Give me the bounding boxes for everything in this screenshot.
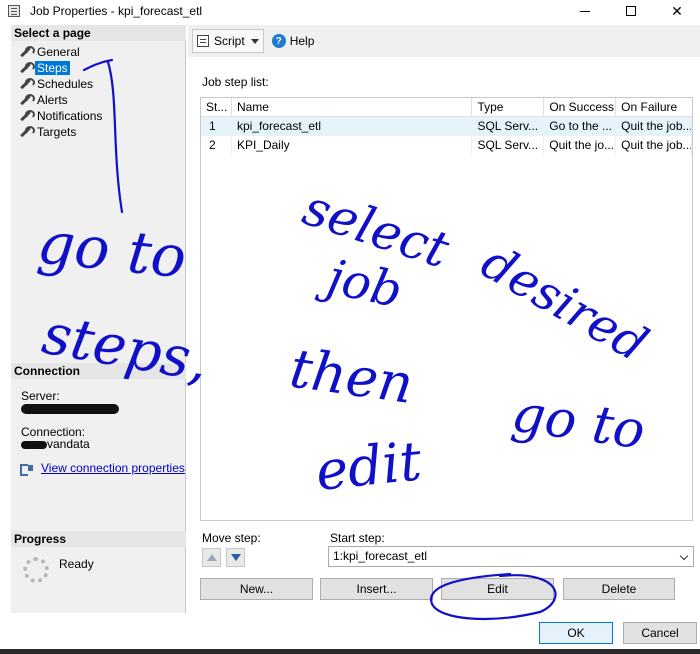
arrow-up-icon [206, 554, 217, 561]
cell-on-failure: Quit the job... [616, 117, 692, 136]
cell-type: SQL Serv... [472, 136, 545, 155]
view-connection-properties-link[interactable]: View connection properties [41, 461, 185, 475]
cell-step: 2 [201, 136, 232, 155]
cell-name: kpi_forecast_etl [232, 117, 473, 136]
page-item-general[interactable]: General [19, 44, 104, 60]
maximize-button[interactable] [608, 0, 654, 22]
progress-status: Ready [59, 557, 94, 571]
page-item-label: Alerts [37, 93, 68, 107]
wrench-icon [19, 110, 35, 122]
maximize-icon [626, 6, 636, 16]
move-step-down-button[interactable] [226, 548, 245, 567]
help-button[interactable]: ? Help [268, 29, 319, 53]
close-button[interactable]: ✕ [654, 0, 700, 22]
page-list: General Steps Schedules Alerts Notificat… [19, 44, 104, 140]
column-header-type[interactable]: Type [472, 98, 545, 116]
start-step-label: Start step: [330, 531, 385, 545]
close-icon: ✕ [671, 2, 683, 19]
connection-value: vandata [21, 437, 90, 451]
minimize-button[interactable] [562, 0, 608, 22]
minimize-icon [580, 10, 590, 12]
table-row[interactable]: 2 KPI_Daily SQL Serv... Quit the jo... Q… [201, 136, 692, 155]
page-item-steps[interactable]: Steps [19, 60, 104, 76]
page-item-notifications[interactable]: Notifications [19, 108, 104, 124]
page-item-label: Steps [35, 61, 70, 75]
column-header-on-success[interactable]: On Success [544, 98, 617, 116]
taskbar-strip [0, 649, 700, 654]
window-title: Job Properties - kpi_forecast_etl [30, 4, 203, 18]
page-item-label: Targets [37, 125, 77, 139]
ok-button[interactable]: OK [539, 622, 613, 644]
delete-step-button[interactable]: Delete [563, 578, 675, 600]
help-icon: ? [271, 34, 286, 48]
wrench-icon [19, 78, 35, 90]
wrench-icon [19, 62, 35, 74]
column-header-on-failure[interactable]: On Failure [616, 98, 692, 116]
wrench-icon [19, 126, 35, 138]
select-page-header: Select a page [11, 25, 186, 41]
cell-on-success: Go to the ... [544, 117, 617, 136]
cancel-button[interactable]: Cancel [623, 622, 697, 644]
redacted-server [21, 403, 119, 414]
job-step-grid[interactable]: St... Name Type On Success On Failure 1 … [200, 97, 693, 521]
dropdown-arrow-icon[interactable] [250, 38, 259, 44]
page-item-alerts[interactable]: Alerts [19, 92, 104, 108]
connection-header: Connection [11, 363, 186, 379]
script-button[interactable]: Script [192, 29, 264, 53]
column-header-step[interactable]: St... [201, 98, 232, 116]
arrow-down-icon [230, 554, 241, 561]
page-item-schedules[interactable]: Schedules [19, 76, 104, 92]
page-item-label: Notifications [37, 109, 103, 123]
cell-step: 1 [201, 117, 232, 136]
connection-value-text: vandata [47, 437, 90, 451]
insert-step-button[interactable]: Insert... [320, 578, 433, 600]
title-bar: Job Properties - kpi_forecast_etl ✕ [0, 0, 700, 22]
table-row[interactable]: 1 kpi_forecast_etl SQL Serv... Go to the… [201, 117, 692, 136]
page-item-targets[interactable]: Targets [19, 124, 104, 140]
view-connection-row[interactable]: View connection properties [19, 461, 185, 476]
column-header-name[interactable]: Name [232, 98, 473, 116]
move-step-up-button[interactable] [202, 548, 221, 567]
redacted-connection [21, 440, 47, 449]
start-step-select[interactable]: 1:kpi_forecast_etl [328, 546, 694, 567]
left-panel: Select a page General Steps Schedules Al… [11, 25, 186, 613]
start-step-value: 1:kpi_forecast_etl [333, 549, 428, 563]
script-label: Script [214, 34, 245, 48]
wrench-icon [19, 46, 35, 58]
page-item-label: General [37, 45, 80, 59]
progress-spinner-icon [23, 557, 49, 583]
progress-header: Progress [11, 531, 186, 547]
move-step-label: Move step: [202, 531, 261, 545]
edit-step-button[interactable]: Edit [441, 578, 554, 600]
grid-header: St... Name Type On Success On Failure [201, 98, 692, 117]
help-label: Help [289, 34, 315, 48]
app-icon [8, 5, 20, 17]
new-step-button[interactable]: New... [200, 578, 313, 600]
connection-plug-icon [19, 462, 35, 476]
toolbar: Script ? Help [188, 25, 700, 57]
script-icon [197, 35, 209, 47]
page-item-label: Schedules [37, 77, 94, 91]
window-controls: ✕ [562, 0, 700, 22]
chevron-down-icon [679, 551, 689, 561]
cell-on-failure: Quit the job... [616, 136, 692, 155]
job-step-list-label: Job step list: [202, 75, 269, 89]
cell-name: KPI_Daily [232, 136, 473, 155]
cell-type: SQL Serv... [472, 117, 545, 136]
wrench-icon [19, 94, 35, 106]
cell-on-success: Quit the jo... [544, 136, 617, 155]
server-value [21, 401, 119, 415]
